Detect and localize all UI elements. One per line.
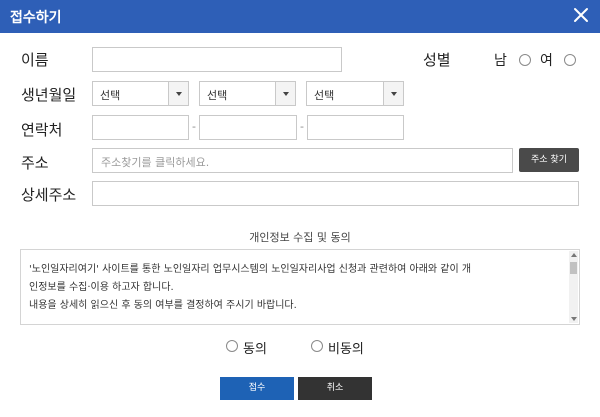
chevron-down-icon <box>275 82 295 105</box>
consent-line: 내용을 상세히 읽으신 후 동의 여부를 결정하여 주시기 바랍니다. <box>29 300 297 311</box>
birth-year-value: 선택 <box>100 89 121 102</box>
disagree-label: 비동의 <box>328 342 364 357</box>
name-label: 이름 <box>21 51 49 69</box>
scroll-up-icon[interactable] <box>571 253 577 257</box>
dialog-header: 접수하기 <box>0 0 600 33</box>
scroll-thumb[interactable] <box>570 262 577 274</box>
gender-female-radio[interactable] <box>564 54 576 66</box>
close-icon[interactable] <box>570 4 592 26</box>
contact-separator: - <box>192 120 196 133</box>
disagree-radio[interactable] <box>311 340 323 352</box>
scrollbar[interactable] <box>569 251 578 323</box>
agree-label: 동의 <box>243 342 267 357</box>
detail-address-input[interactable] <box>92 181 579 206</box>
consent-line: '노인일자리여기' 사이트를 통한 노인일자리 업무시스템의 노인일자리사업 신… <box>29 264 472 275</box>
gender-male-label: 남 <box>494 53 507 69</box>
gender-male-radio[interactable] <box>519 54 531 66</box>
consent-text-box[interactable]: '노인일자리여기' 사이트를 통한 노인일자리 업무시스템의 노인일자리사업 신… <box>20 249 580 325</box>
contact-part2-input[interactable] <box>199 115 297 140</box>
scroll-down-icon[interactable] <box>571 317 577 321</box>
address-label: 주소 <box>21 154 49 172</box>
birth-year-select[interactable]: 선택 <box>92 81 189 106</box>
submit-button[interactable]: 접수 <box>220 377 294 400</box>
contact-part1-input[interactable] <box>92 115 189 140</box>
chevron-down-icon <box>383 82 403 105</box>
gender-female-label: 여 <box>540 53 553 69</box>
contact-separator: - <box>300 120 304 133</box>
birth-month-value: 선택 <box>207 89 228 102</box>
agree-radio[interactable] <box>226 340 238 352</box>
consent-line: 인정보를 수집·이용 하고자 합니다. <box>29 282 174 293</box>
chevron-down-icon <box>168 82 188 105</box>
detail-address-label: 상세주소 <box>21 186 77 204</box>
birth-month-select[interactable]: 선택 <box>199 81 296 106</box>
address-input[interactable]: 주소찾기를 클릭하세요. <box>92 148 513 173</box>
cancel-button[interactable]: 취소 <box>298 377 372 400</box>
birth-label: 생년월일 <box>21 86 77 104</box>
gender-label: 성별 <box>423 51 451 69</box>
consent-title: 개인정보 수집 및 동의 <box>249 231 351 244</box>
birth-day-value: 선택 <box>314 89 335 102</box>
name-input[interactable] <box>92 47 342 72</box>
contact-part3-input[interactable] <box>307 115 404 140</box>
birth-day-select[interactable]: 선택 <box>306 81 404 106</box>
consent-text: '노인일자리여기' 사이트를 통한 노인일자리 업무시스템의 노인일자리사업 신… <box>29 261 567 315</box>
dialog-title: 접수하기 <box>10 10 62 26</box>
contact-label: 연락처 <box>21 121 63 139</box>
address-search-button[interactable]: 주소 찾기 <box>519 148 579 172</box>
